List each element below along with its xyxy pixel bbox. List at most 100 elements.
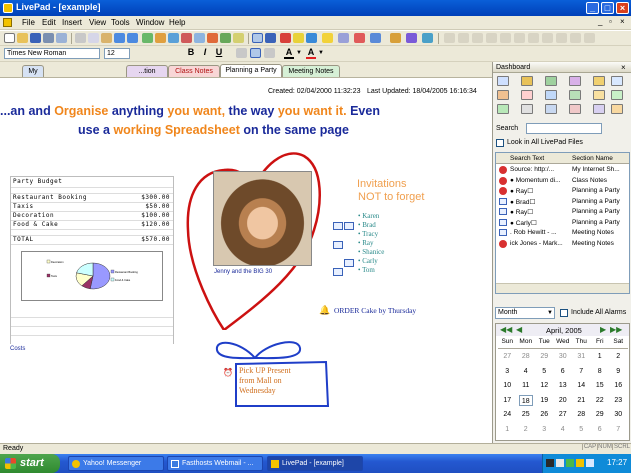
dash-task-icon[interactable]: [497, 104, 509, 114]
calendar-day[interactable]: 7: [611, 424, 626, 435]
view-select[interactable]: Month ▼: [495, 307, 555, 319]
note-icon[interactable]: [333, 241, 343, 249]
dash-mail-icon[interactable]: [593, 104, 605, 114]
calendar-day[interactable]: 23: [611, 395, 626, 406]
close-icon[interactable]: ×: [616, 2, 629, 14]
shape-icon[interactable]: [354, 33, 365, 43]
photo-image[interactable]: [213, 171, 312, 266]
tab-class-notes[interactable]: Class Notes: [168, 65, 220, 77]
table-row[interactable]: ● Momentum di... Class Notes: [496, 176, 629, 187]
tab-meeting-notes[interactable]: Meeting Notes: [282, 65, 340, 77]
menu-insert[interactable]: Insert: [62, 18, 82, 27]
calendar-day[interactable]: 19: [537, 395, 552, 406]
calendar-day[interactable]: 1: [593, 351, 608, 362]
spreadsheet[interactable]: Party Budget Restaurant Booking $300.00 T…: [10, 176, 174, 344]
cut-icon[interactable]: [75, 33, 86, 43]
copy-icon[interactable]: [88, 33, 99, 43]
calendar-day[interactable]: 24: [500, 409, 515, 420]
dash-folder-icon[interactable]: [593, 90, 605, 100]
calendar-day[interactable]: 11: [519, 380, 534, 391]
bold-button[interactable]: B: [186, 47, 196, 57]
lasso-icon[interactable]: [370, 33, 381, 43]
dash-clip-icon[interactable]: [569, 76, 581, 86]
dash-calc-icon[interactable]: [521, 104, 533, 114]
calendar-day[interactable]: 12: [537, 380, 552, 391]
calendar-day[interactable]: 3: [537, 424, 552, 435]
tab-momentum[interactable]: ...tion: [126, 65, 168, 77]
calendar-day[interactable]: 1: [500, 424, 515, 435]
calendar-day[interactable]: 18: [518, 394, 533, 406]
menu-view[interactable]: View: [89, 18, 106, 27]
task-livepad[interactable]: LivePad - [example]: [267, 456, 363, 471]
calendar-day[interactable]: 4: [519, 366, 534, 377]
calendar-day[interactable]: 3: [500, 366, 515, 377]
eraser-icon[interactable]: [338, 33, 349, 43]
calendar-day[interactable]: 17: [500, 395, 515, 406]
record-icon[interactable]: [207, 33, 218, 43]
search-results[interactable]: Search Text Section Name Source: http:/.…: [495, 152, 630, 294]
calendar-day[interactable]: 2: [519, 424, 534, 435]
paste-icon[interactable]: [101, 33, 112, 43]
dash-alarm-icon[interactable]: [521, 90, 533, 100]
menu-edit[interactable]: Edit: [42, 18, 56, 27]
calendar-day[interactable]: 14: [574, 380, 589, 391]
menu-window[interactable]: Window: [136, 18, 164, 27]
table-row[interactable]: ● Ray☐ Planning a Party: [496, 207, 629, 218]
prev-year-icon[interactable]: ◀◀: [500, 325, 512, 334]
col-search-text[interactable]: Search Text: [510, 155, 544, 162]
tab-my[interactable]: My: [22, 65, 44, 77]
minimize-icon[interactable]: _: [586, 2, 599, 14]
calendar-day[interactable]: 6: [593, 424, 608, 435]
dash-globe-icon[interactable]: [611, 90, 623, 100]
calendar-day[interactable]: 15: [593, 380, 608, 391]
align-right-icon[interactable]: [264, 48, 275, 58]
calendar-day[interactable]: 28: [574, 409, 589, 420]
image-icon[interactable]: [155, 33, 166, 43]
select-icon[interactable]: [252, 33, 263, 43]
menu-tools[interactable]: Tools: [111, 18, 130, 27]
note-icon[interactable]: [344, 259, 354, 267]
pen-icon[interactable]: [280, 33, 291, 43]
close-icon[interactable]: ×: [621, 63, 626, 72]
menu-help[interactable]: Help: [169, 18, 185, 27]
mdi-close-icon[interactable]: ×: [620, 17, 625, 26]
bell-icon[interactable]: 🔔: [319, 305, 330, 316]
align-center-icon[interactable]: [250, 48, 261, 58]
note-icon[interactable]: [344, 222, 354, 230]
calendar-day[interactable]: 25: [519, 409, 534, 420]
chevron-down-icon[interactable]: ▼: [318, 50, 324, 56]
look-all-checkbox[interactable]: [496, 139, 504, 147]
open-icon[interactable]: [17, 33, 28, 43]
link-icon[interactable]: [168, 33, 179, 43]
size-select[interactable]: 12: [104, 48, 130, 59]
calendar-day[interactable]: 30: [556, 351, 571, 362]
document-page[interactable]: Created: 02/04/2000 11:32:23 Last Update…: [0, 77, 492, 443]
table-row[interactable]: . Rob Hewitt - ... Meeting Notes: [496, 228, 629, 239]
calendar-day[interactable]: 8: [593, 366, 608, 377]
highlight-color-button[interactable]: A: [306, 47, 316, 59]
alarm-icon[interactable]: ⏰: [223, 368, 233, 377]
dash-link-icon[interactable]: [545, 90, 557, 100]
menu-file[interactable]: File: [22, 18, 35, 27]
table-row[interactable]: ● Brad☐ Planning a Party: [496, 197, 629, 208]
dash-open-icon[interactable]: [521, 76, 533, 86]
undo-icon[interactable]: [114, 33, 125, 43]
dash-heart-icon[interactable]: [611, 104, 623, 114]
tray-icon[interactable]: [556, 459, 564, 467]
horizontal-scrollbar[interactable]: [496, 283, 629, 293]
calendar-day[interactable]: 31: [574, 351, 589, 362]
calendar-day[interactable]: 5: [574, 424, 589, 435]
calendar-day[interactable]: 6: [556, 366, 571, 377]
task-yahoo-messenger[interactable]: Yahoo! Messenger: [68, 456, 164, 471]
globe-icon[interactable]: [220, 33, 231, 43]
bookmark-icon[interactable]: [233, 33, 244, 43]
chevron-down-icon[interactable]: ▼: [296, 50, 302, 56]
find-icon[interactable]: [194, 33, 205, 43]
alarm-icon[interactable]: [390, 33, 401, 43]
mdi-minimize-icon[interactable]: _: [598, 17, 602, 26]
calendar-day[interactable]: 4: [556, 424, 571, 435]
calendar-day[interactable]: 26: [537, 409, 552, 420]
table-icon[interactable]: [142, 33, 153, 43]
dash-new-note-icon[interactable]: [497, 76, 509, 86]
search-input[interactable]: [526, 123, 602, 134]
